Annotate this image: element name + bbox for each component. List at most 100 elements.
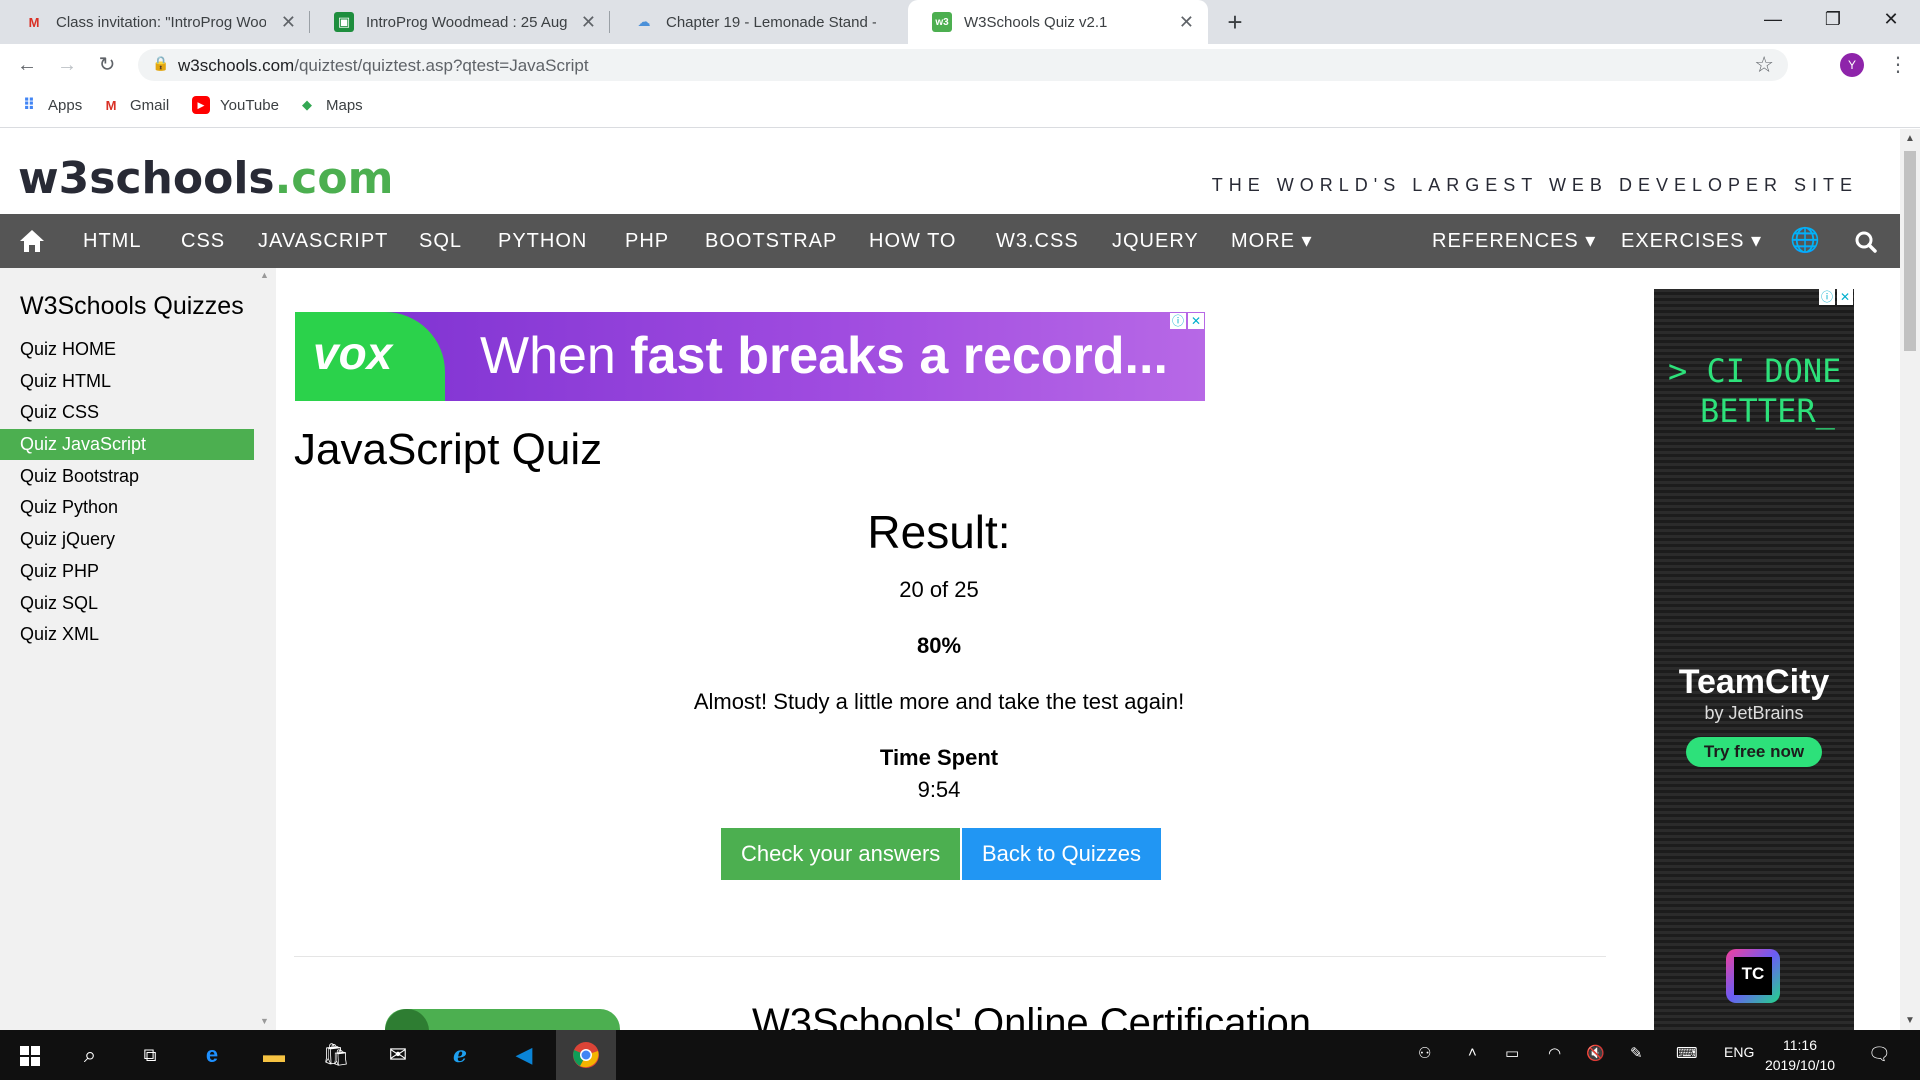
home-icon[interactable] [18, 228, 46, 254]
sidebar-scrollbar[interactable]: ▲ ▼ [258, 268, 272, 1030]
system-clock[interactable]: 11:16 2019/10/10 [1755, 1035, 1845, 1075]
globe-icon[interactable]: 🌐 [1790, 214, 1821, 268]
site-header: w3schools.com THE WORLD'S LARGEST WEB DE… [0, 129, 1900, 214]
window-close-button[interactable]: ✕ [1862, 0, 1920, 40]
logo-main: w3schools [18, 153, 275, 204]
nav-jquery[interactable]: JQUERY [1112, 214, 1199, 268]
tab-title: W3Schools Quiz v2.1 [964, 13, 1108, 31]
classroom-icon: ▣ [334, 12, 354, 32]
bookmark-youtube[interactable]: ▶ YouTube [192, 96, 279, 114]
people-icon[interactable]: ⚇ [1418, 1044, 1431, 1062]
bookmark-star-icon[interactable]: ☆ [1754, 52, 1774, 78]
restore-button[interactable]: ❐ [1804, 0, 1862, 40]
url-host: w3schools.com [178, 56, 295, 75]
mail-icon[interactable]: ✉ [382, 1039, 414, 1071]
nav-javascript[interactable]: JAVASCRIPT [258, 214, 388, 268]
apps-grid-icon: ⠿ [22, 97, 36, 114]
clock-time: 11:16 [1783, 1037, 1817, 1053]
minimize-button[interactable]: — [1744, 0, 1802, 40]
sidebar-item-quiz-jquery[interactable]: Quiz jQuery [0, 524, 254, 555]
wifi-icon[interactable]: ◠ [1548, 1044, 1561, 1062]
sidebar-item-quiz-home[interactable]: Quiz HOME [0, 334, 254, 365]
ad-close-icon[interactable]: ✕ [1837, 289, 1853, 305]
forward-icon[interactable]: → [52, 50, 82, 80]
bookmark-label: YouTube [220, 96, 279, 114]
notifications-icon[interactable]: 🗨 [1868, 1044, 1891, 1065]
ad-byline: by JetBrains [1704, 703, 1804, 723]
ad-close-icon[interactable]: ✕ [1188, 313, 1204, 329]
ad-headline-normal: When [480, 327, 631, 385]
new-tab-button[interactable]: + [1218, 6, 1252, 40]
bookmark-maps[interactable]: ◆ Maps [298, 96, 363, 114]
nav-css[interactable]: CSS [181, 214, 225, 268]
side-ad-teamcity[interactable]: > CI DONE BETTER_ TeamCity by JetBrains … [1654, 289, 1854, 1030]
nav-php[interactable]: PHP [625, 214, 669, 268]
url-path: /quiztest/quiztest.asp?qtest=JavaScript [294, 56, 589, 75]
tab-chapter[interactable]: ☁ Chapter 19 - Lemonade Stand - J [610, 0, 910, 44]
back-icon[interactable]: ← [12, 50, 42, 80]
sidebar-item-quiz-xml[interactable]: Quiz XML [0, 619, 254, 650]
internet-explorer-icon[interactable]: ℯ [444, 1039, 476, 1071]
bookmark-label: Apps [48, 96, 83, 114]
divider [294, 956, 1606, 957]
profile-avatar[interactable]: Y [1840, 53, 1864, 77]
nav-bootstrap[interactable]: BOOTSTRAP [705, 214, 837, 268]
bookmark-apps[interactable]: ⠿ Apps [20, 96, 83, 115]
sidebar-item-quiz-css[interactable]: Quiz CSS [0, 397, 254, 428]
scroll-up-arrow-icon[interactable]: ▲ [1905, 133, 1915, 144]
address-bar[interactable]: 🔒 w3schools.com/quiztest/quiztest.asp?qt… [138, 49, 1788, 81]
sidebar-item-quiz-html[interactable]: Quiz HTML [0, 366, 254, 397]
top-banner-ad[interactable]: vox When fast breaks a record... ⓘ ✕ [295, 312, 1205, 401]
task-view-icon[interactable]: ⧉ [134, 1039, 166, 1071]
sidebar-item-quiz-sql[interactable]: Quiz SQL [0, 588, 254, 619]
nav-more[interactable]: MORE ▾ [1231, 214, 1313, 268]
tab-classroom[interactable]: ▣ IntroProg Woodmead : 25 Aug ✕ [310, 0, 610, 44]
menu-icon[interactable]: ⋮ [1888, 52, 1908, 77]
keyboard-icon[interactable]: ⌨ [1676, 1044, 1698, 1062]
file-explorer-icon[interactable]: ▬ [258, 1039, 290, 1071]
sidebar-item-quiz-python[interactable]: Quiz Python [0, 492, 254, 523]
volume-muted-icon[interactable]: 🔇 [1586, 1044, 1605, 1062]
reload-icon[interactable]: ↻ [92, 50, 122, 80]
sidebar-item-quiz-php[interactable]: Quiz PHP [0, 556, 254, 587]
edge-icon[interactable]: e [196, 1039, 228, 1071]
nav-w3css[interactable]: W3.CSS [996, 214, 1079, 268]
nav-sql[interactable]: SQL [419, 214, 462, 268]
search-icon[interactable] [1855, 231, 1877, 253]
check-answers-button[interactable]: Check your answers [721, 828, 961, 880]
chrome-icon[interactable] [572, 1041, 600, 1069]
nav-html[interactable]: HTML [83, 214, 141, 268]
sidebar-item-quiz-javascript[interactable]: Quiz JavaScript [0, 429, 254, 460]
ad-cta-button[interactable]: Try free now [1686, 737, 1822, 767]
nav-python[interactable]: PYTHON [498, 214, 587, 268]
pen-icon[interactable]: ✎ [1630, 1044, 1643, 1062]
search-icon[interactable]: ⌕ [74, 1039, 106, 1071]
windows-start-icon[interactable] [20, 1046, 40, 1066]
chevron-up-icon[interactable]: ˄ [1468, 1044, 1477, 1061]
language-indicator[interactable]: ENG [1724, 1044, 1754, 1060]
ad-info-icon[interactable]: ⓘ [1819, 289, 1835, 305]
store-icon[interactable]: 🛍 [320, 1039, 352, 1071]
windows-taskbar: ⌕ ⧉ e ▬ 🛍 ✉ ℯ ◀ ⚇ ˄ ▭ ◠ 🔇 ✎ ⌨ ENG 11:16 … [0, 1030, 1920, 1080]
nav-exercises[interactable]: EXERCISES ▾ [1621, 214, 1762, 268]
ad-info-icon[interactable]: ⓘ [1170, 313, 1186, 329]
back-to-quizzes-button[interactable]: Back to Quizzes [962, 828, 1161, 880]
sidebar-item-quiz-bootstrap[interactable]: Quiz Bootstrap [0, 461, 254, 492]
battery-icon[interactable]: ▭ [1505, 1044, 1519, 1062]
tab-gmail[interactable]: M Class invitation: "IntroProg Woodmead"… [0, 0, 310, 44]
bookmark-gmail[interactable]: M Gmail [102, 96, 170, 114]
scrollbar-thumb[interactable] [1904, 151, 1916, 351]
clock-date: 2019/10/10 [1764, 1057, 1836, 1073]
scroll-down-arrow-icon[interactable]: ▼ [260, 1016, 269, 1026]
scroll-down-arrow-icon[interactable]: ▼ [1905, 1015, 1915, 1026]
nav-references[interactable]: REFERENCES ▾ [1432, 214, 1596, 268]
nav-how-to[interactable]: HOW TO [869, 214, 956, 268]
close-icon[interactable]: ✕ [581, 12, 596, 33]
w3schools-logo[interactable]: w3schools.com [18, 153, 393, 204]
scroll-up-arrow-icon[interactable]: ▲ [260, 270, 269, 280]
page-scrollbar[interactable]: ▲ ▼ [1900, 129, 1920, 1030]
close-icon[interactable]: ✕ [1179, 12, 1194, 33]
vscode-icon[interactable]: ◀ [508, 1039, 540, 1071]
close-icon[interactable]: ✕ [281, 12, 296, 33]
tab-w3schools-quiz[interactable]: w3 W3Schools Quiz v2.1 ✕ [908, 0, 1208, 44]
